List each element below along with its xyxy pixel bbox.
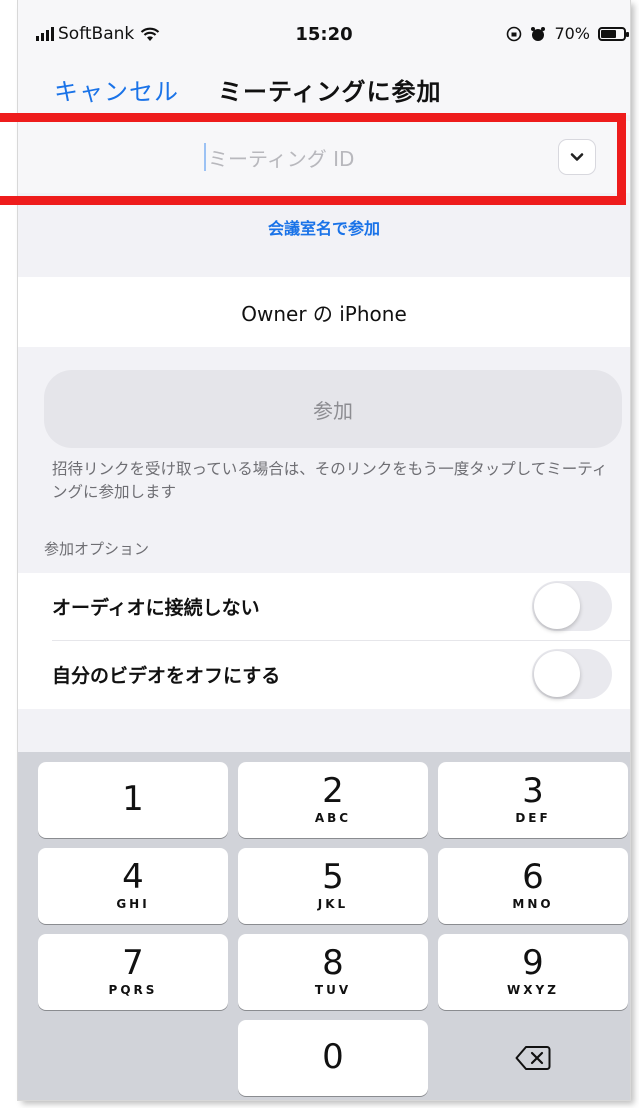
key-digit: 7	[122, 943, 144, 983]
toggle-knob	[534, 583, 580, 629]
key-digit: 1	[122, 779, 144, 819]
key-2[interactable]: 2 ABC	[238, 762, 428, 838]
key-letters: JKL	[317, 897, 349, 911]
navigation-bar: キャンセル ミーティングに参加	[18, 60, 630, 115]
key-0[interactable]: 0	[238, 1020, 428, 1096]
backspace-icon	[515, 1046, 551, 1070]
key-5[interactable]: 5 JKL	[238, 848, 428, 924]
key-letters: MNO	[512, 897, 554, 911]
status-right: 70%	[506, 24, 629, 43]
option-video-off: 自分のビデオをオフにする	[18, 641, 630, 709]
join-button[interactable]: 参加	[44, 370, 622, 448]
key-digit: 3	[522, 771, 544, 811]
key-letters: DEF	[515, 811, 551, 825]
orientation-lock-icon	[507, 26, 522, 41]
join-button-label: 参加	[313, 398, 353, 423]
device-name-field[interactable]: Owner の iPhone	[18, 277, 630, 347]
battery-icon	[598, 26, 629, 41]
key-letters: GHI	[116, 897, 150, 911]
join-hint-text: 招待リンクを受け取っている場合は、そのリンクをもう一度タップしてミーティングに参…	[52, 460, 608, 501]
key-3[interactable]: 3 DEF	[438, 762, 628, 838]
key-1[interactable]: 1	[38, 762, 228, 838]
key-digit: 9	[522, 943, 544, 983]
toggle-knob	[534, 651, 580, 697]
key-digit: 2	[322, 771, 344, 811]
video-off-toggle[interactable]	[532, 649, 612, 699]
battery-percent: 70%	[554, 24, 590, 43]
key-letters: TUV	[314, 983, 352, 997]
battery-fill	[601, 29, 617, 38]
key-digit: 4	[122, 857, 144, 897]
key-digit: 6	[522, 857, 544, 897]
key-8[interactable]: 8 TUV	[238, 934, 428, 1010]
option-label: 自分のビデオをオフにする	[52, 665, 281, 687]
key-digit: 8	[322, 943, 344, 983]
key-7[interactable]: 7 PQRS	[38, 934, 228, 1010]
key-digit: 0	[322, 1037, 344, 1077]
numeric-keypad: 1 2 ABC 3 DEF 4 GHI 5 JKL 6 MNO 7 PQRS 8…	[18, 752, 630, 1100]
key-4[interactable]: 4 GHI	[38, 848, 228, 924]
key-letters: PQRS	[108, 983, 158, 997]
delete-key[interactable]	[438, 1020, 628, 1096]
key-digit: 5	[322, 857, 344, 897]
device-name: Owner の iPhone	[241, 301, 407, 326]
cancel-button[interactable]: キャンセル	[54, 72, 179, 107]
options-header: 参加オプション	[44, 540, 150, 558]
status-bar: SoftBank 15:20 70%	[18, 0, 630, 60]
option-label: オーディオに接続しない	[52, 597, 260, 619]
no-audio-toggle[interactable]	[532, 581, 612, 631]
key-letters: WXYZ	[507, 983, 559, 997]
page-title: ミーティングに参加	[218, 78, 442, 106]
key-letters: ABC	[314, 811, 352, 825]
join-by-room-name-link[interactable]: 会議室名で参加	[18, 215, 630, 239]
alarm-icon	[531, 26, 546, 41]
key-6[interactable]: 6 MNO	[438, 848, 628, 924]
option-no-audio: オーディオに接続しない	[18, 573, 630, 641]
key-9[interactable]: 9 WXYZ	[438, 934, 628, 1010]
join-options-list: オーディオに接続しない 自分のビデオをオフにする	[18, 573, 630, 709]
highlight-box	[0, 113, 626, 205]
